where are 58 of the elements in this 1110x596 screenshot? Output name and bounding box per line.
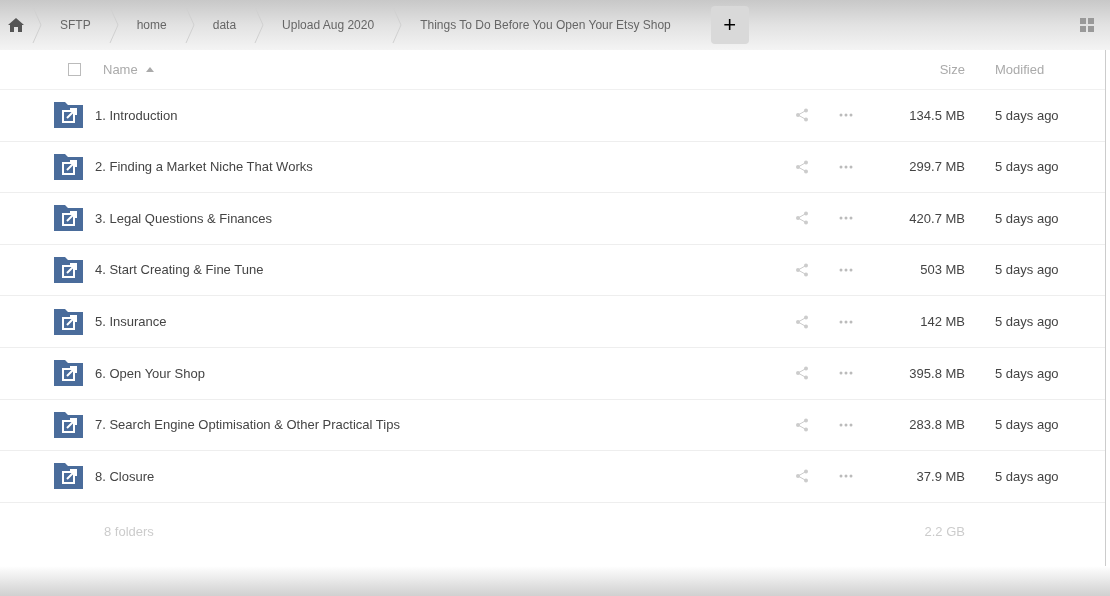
share-icon[interactable] bbox=[795, 469, 809, 484]
modified-text: 5 days ago bbox=[995, 364, 1060, 383]
share-icon[interactable] bbox=[795, 366, 809, 381]
more-options-icon[interactable] bbox=[839, 268, 853, 273]
breadcrumb-link[interactable]: home bbox=[126, 16, 177, 34]
share-icon[interactable] bbox=[795, 263, 809, 278]
shared-folder-icon bbox=[54, 102, 83, 129]
more-options-icon[interactable] bbox=[839, 371, 853, 376]
shared-folder-icon bbox=[54, 205, 83, 232]
more-options-icon[interactable] bbox=[839, 113, 853, 118]
shared-folder-icon bbox=[54, 463, 83, 490]
size-text: 142 MB bbox=[919, 312, 965, 331]
size-text: 283.8 MB bbox=[908, 416, 965, 435]
folder-name[interactable]: 1. Introduction bbox=[95, 105, 178, 126]
shared-folder-icon bbox=[54, 411, 83, 438]
folder-name[interactable]: 6. Open Your Shop bbox=[95, 363, 205, 383]
shared-folder-icon bbox=[54, 360, 83, 387]
modified-text: 5 days ago bbox=[995, 158, 1060, 177]
share-icon[interactable] bbox=[795, 108, 809, 123]
more-options-icon[interactable] bbox=[839, 474, 853, 479]
more-options-icon[interactable] bbox=[839, 319, 853, 324]
share-icon[interactable] bbox=[795, 417, 809, 432]
modified-text: 5 days ago bbox=[995, 209, 1060, 228]
size-text: 134.5 MB bbox=[908, 106, 965, 125]
size-text: 420.7 MB bbox=[908, 209, 965, 228]
folder-name[interactable]: 2. Finding a Market Niche That Works bbox=[95, 157, 313, 177]
breadcrumb-link[interactable]: Upload Aug 2020 bbox=[272, 16, 385, 34]
size-text: 395.8 MB bbox=[908, 364, 965, 383]
folder-name[interactable]: 7. Search Engine Optimisation & Other Practical Tips bbox=[95, 415, 400, 435]
share-icon[interactable] bbox=[795, 314, 809, 329]
modified-text: 5 days ago bbox=[995, 416, 1060, 435]
breadcrumb-link[interactable]: Things To Do Before You Open Your Etsy Shop bbox=[410, 16, 681, 34]
modified-text: 5 days ago bbox=[995, 467, 1060, 486]
folder-name[interactable]: 5. Insurance bbox=[95, 311, 167, 332]
sort-ascending-icon bbox=[145, 67, 154, 72]
modified-text: 5 days ago bbox=[995, 312, 1060, 331]
folder-name[interactable]: 4. Start Creating & Fine Tune bbox=[95, 260, 264, 280]
more-options-icon[interactable] bbox=[839, 216, 853, 221]
size-text: 299.7 MB bbox=[908, 158, 965, 177]
folder-name[interactable]: 3. Legal Questions & Finances bbox=[95, 208, 273, 229]
breadcrumb-link[interactable]: data bbox=[202, 16, 247, 34]
shared-folder-icon bbox=[54, 257, 83, 284]
share-icon[interactable] bbox=[795, 211, 809, 226]
size-text: 503 MB bbox=[919, 261, 965, 280]
modified-text: 5 days ago bbox=[995, 261, 1060, 280]
more-options-icon[interactable] bbox=[839, 422, 853, 427]
modified-text: 5 days ago bbox=[995, 106, 1060, 125]
add-button[interactable]: + bbox=[710, 6, 749, 44]
share-icon[interactable] bbox=[795, 159, 809, 174]
size-text: 37.9 MB bbox=[915, 467, 965, 486]
grid-view-icon[interactable] bbox=[1080, 18, 1094, 32]
home-icon[interactable] bbox=[8, 18, 24, 32]
select-all-checkbox[interactable] bbox=[68, 63, 81, 76]
folder-name[interactable]: 8. Closure bbox=[95, 466, 155, 487]
more-options-icon[interactable] bbox=[839, 164, 853, 169]
shared-folder-icon bbox=[54, 153, 83, 180]
breadcrumb-link[interactable]: SFTP bbox=[50, 16, 101, 34]
shared-folder-icon bbox=[54, 308, 83, 335]
